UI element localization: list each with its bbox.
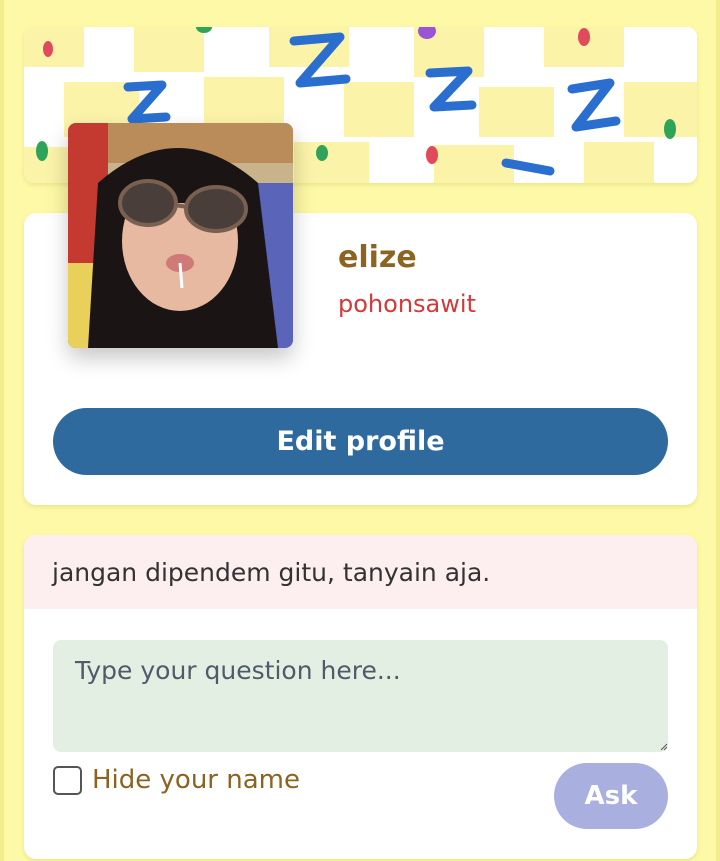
frame-right-edge	[716, 0, 720, 861]
resize-grip-icon[interactable]	[660, 743, 668, 751]
display-name: elize	[338, 240, 417, 275]
frame-left-edge	[0, 0, 4, 861]
ask-prompt: jangan dipendem gitu, tanyain aja.	[24, 535, 697, 609]
question-input[interactable]	[53, 640, 668, 752]
checkbox-unchecked-icon[interactable]	[53, 765, 82, 795]
avatar[interactable]	[68, 123, 293, 348]
edit-profile-button[interactable]: Edit profile	[53, 408, 668, 475]
ask-button[interactable]: Ask	[554, 763, 668, 829]
hide-name-option[interactable]: Hide your name	[53, 765, 300, 795]
hide-name-label: Hide your name	[92, 765, 300, 795]
username[interactable]: pohonsawit	[338, 290, 476, 318]
ask-card: jangan dipendem gitu, tanyain aja. Hide …	[24, 535, 697, 859]
